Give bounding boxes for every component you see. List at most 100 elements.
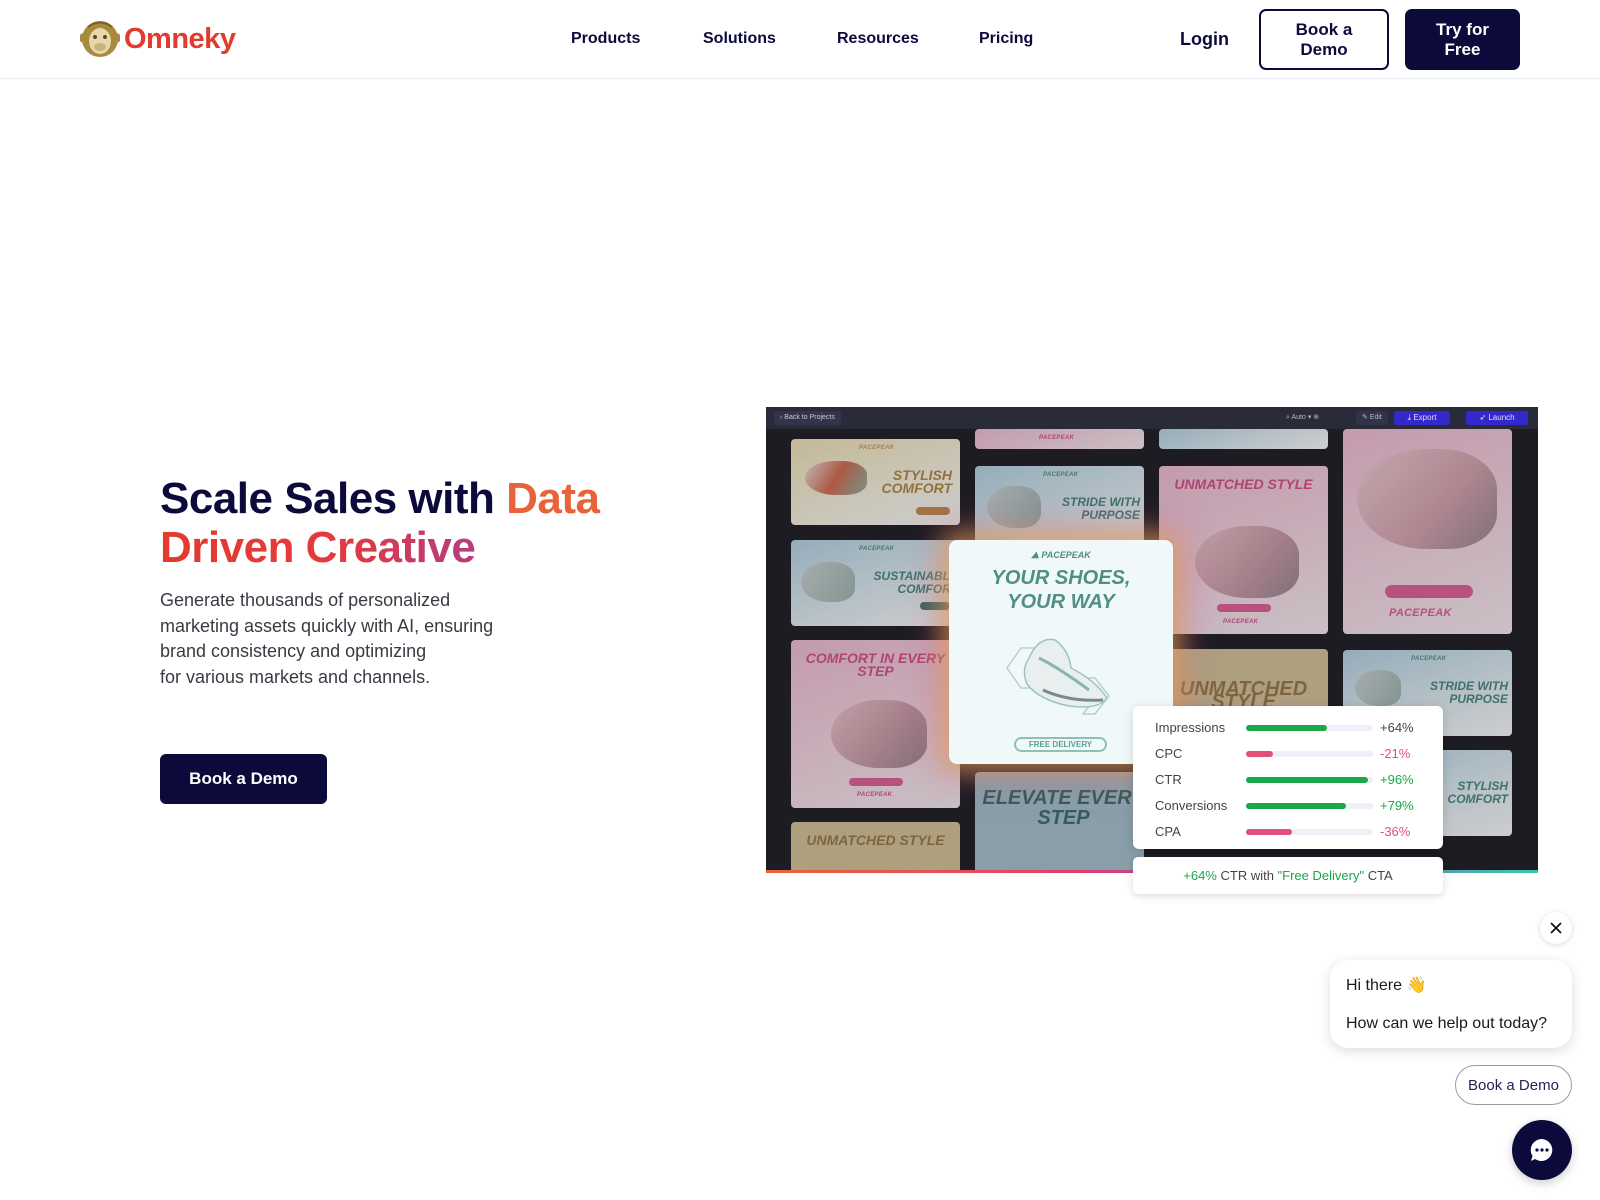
ad-headline: Elevate Every Step: [982, 787, 1144, 829]
insight-text: CTR with: [1216, 868, 1278, 883]
insight-percent: +64%: [1183, 868, 1217, 883]
ad-button: [916, 507, 950, 515]
login-link[interactable]: Login: [1180, 29, 1229, 50]
stat-label: Conversions: [1155, 798, 1228, 813]
stat-bar-track: [1246, 829, 1373, 835]
edit-button: ✎ Edit: [1356, 411, 1388, 425]
stat-row: CTR +96%: [1155, 771, 1435, 789]
shoe-image: [1195, 526, 1299, 598]
shoe-image: [987, 486, 1041, 528]
ad-brand: PACEPEAK: [1039, 435, 1075, 441]
featured-ad-brand: ⛰ PACEPEAK: [1031, 550, 1091, 560]
hero-book-demo-button[interactable]: Book a Demo: [160, 754, 327, 804]
close-icon: [1550, 922, 1562, 934]
ad-thumbnail: Elevate Every Step: [975, 772, 1144, 870]
book-demo-button[interactable]: Book a Demo: [1259, 9, 1389, 70]
chat-bubble-icon: [1530, 1138, 1553, 1161]
shoe-image: [1355, 670, 1401, 706]
export-button: ⤓ Export: [1394, 411, 1450, 425]
nav-products[interactable]: Products: [571, 30, 640, 48]
hero-description-line: for various markets and channels.: [160, 666, 431, 687]
featured-ad-headline: YOUR SHOES, YOUR WAY: [949, 566, 1173, 614]
ad-thumbnail: [1159, 429, 1328, 449]
zoom-control: ⌕ Auto ▾ ⊕: [1286, 414, 1320, 421]
chat-greeting-bubble: Hi there 👋 How can we help out today?: [1330, 960, 1572, 1048]
logo[interactable]: Omneky: [79, 18, 236, 60]
ad-button: [1217, 604, 1271, 612]
chat-close-button[interactable]: [1540, 912, 1572, 944]
ad-thumbnail: Unmatched Style PACEPEAK: [1159, 466, 1328, 634]
launch-button: ➶ Launch: [1466, 411, 1528, 425]
hero-title: Scale Sales with Data Driven Creative: [160, 474, 600, 572]
stat-row: Conversions +79%: [1155, 797, 1435, 815]
mockup-toolbar: ‹ Back to Projects ⌕ Auto ▾ ⊕ ✎ Edit ⤓ E…: [766, 407, 1538, 429]
try-free-button[interactable]: Try for Free: [1405, 9, 1520, 70]
ad-thumbnail: PACEPEAK Stylish Comfort: [791, 439, 960, 525]
stat-label: CPC: [1155, 746, 1183, 761]
chat-book-demo-button[interactable]: Book a Demo: [1455, 1065, 1572, 1105]
stat-value: +64%: [1380, 720, 1414, 735]
ad-headline: Stride With Purpose: [1430, 679, 1508, 706]
ad-brand: PACEPEAK: [859, 445, 895, 451]
stat-row: CPC -21%: [1155, 745, 1435, 763]
nav-solutions[interactable]: Solutions: [703, 30, 776, 48]
export-label: Export: [1413, 413, 1437, 422]
ad-headline: Stride With Purpose: [1062, 495, 1140, 522]
hero-description-line: Generate thousands of personalized: [160, 590, 451, 610]
ad-brand: PACEPEAK: [1411, 656, 1447, 662]
shoe-image: [801, 562, 855, 602]
stat-row: CPA -36%: [1155, 823, 1435, 841]
ad-headline: Comfort In Every Step: [805, 650, 946, 679]
insight-text-end: CTA: [1364, 868, 1393, 883]
hero-title-part2: Data: [506, 474, 600, 523]
chat-question: How can we help out today?: [1346, 1015, 1548, 1032]
ad-thumbnail: PACEPEAK Sustainable Comfort: [791, 540, 960, 626]
ad-brand: PACEPEAK: [1043, 472, 1079, 478]
stat-label: CTR: [1155, 772, 1182, 787]
stat-bar-track: [1246, 751, 1373, 757]
top-nav: Omneky Products Solutions Resources Pric…: [0, 0, 1600, 79]
ad-button: [849, 778, 903, 786]
hero-description-line: brand consistency and optimizing: [160, 641, 427, 661]
ad-brand: PACEPEAK: [857, 792, 893, 798]
launch-label: Launch: [1488, 413, 1515, 422]
shoe-image: [1006, 638, 1110, 715]
stat-bar-track: [1246, 803, 1373, 809]
brand-name: Omneky: [124, 22, 236, 55]
ad-headline: Unmatched Style: [806, 832, 945, 848]
ad-brand: PACEPEAK: [859, 546, 895, 552]
ad-headline: Sustainable Comfort: [873, 569, 958, 596]
stat-bar-fill: [1246, 829, 1292, 835]
performance-stats-card: Impressions +64% CPC -21% CTR +96% Conve…: [1133, 706, 1443, 849]
nav-pricing[interactable]: Pricing: [979, 30, 1033, 48]
monkey-face-icon: [79, 18, 121, 60]
ad-button: [1385, 585, 1473, 598]
shoe-image: [1357, 449, 1497, 549]
shoe-image: [805, 461, 867, 495]
stat-value: -21%: [1380, 746, 1411, 761]
ad-thumbnail: Unmatched Style: [791, 822, 960, 870]
ad-headline: Unmatched Style: [1174, 476, 1313, 492]
insight-banner: +64% CTR with "Free Delivery" CTA: [1133, 857, 1443, 894]
chat-launcher-button[interactable]: [1512, 1120, 1572, 1180]
stat-bar-fill: [1246, 751, 1273, 757]
stat-bar-track: [1246, 777, 1373, 783]
ad-headline: Stylish Comfort: [881, 467, 952, 496]
hero-description: Generate thousands of personalized marke…: [160, 588, 520, 690]
stat-value: -36%: [1380, 824, 1411, 839]
zoom-value: Auto: [1291, 414, 1306, 421]
featured-ad-brand-text: PACEPEAK: [1041, 550, 1091, 560]
stat-value: +96%: [1380, 772, 1414, 787]
ad-button: [920, 602, 950, 610]
hero-description-line: marketing assets quickly with AI, ensuri…: [160, 615, 494, 636]
shoe-image: [831, 700, 927, 768]
hero-title-part1: Scale Sales with: [160, 474, 507, 523]
stat-label: CPA: [1155, 824, 1181, 839]
stat-bar-fill: [1246, 803, 1347, 809]
chat-greeting: Hi there 👋: [1346, 977, 1427, 994]
edit-label: Edit: [1369, 414, 1382, 421]
featured-ad-cta: FREE DELIVERY: [1014, 737, 1107, 752]
stat-label: Impressions: [1155, 720, 1226, 735]
nav-resources[interactable]: Resources: [837, 30, 919, 48]
ad-brand: PACEPEAK: [1223, 619, 1259, 625]
